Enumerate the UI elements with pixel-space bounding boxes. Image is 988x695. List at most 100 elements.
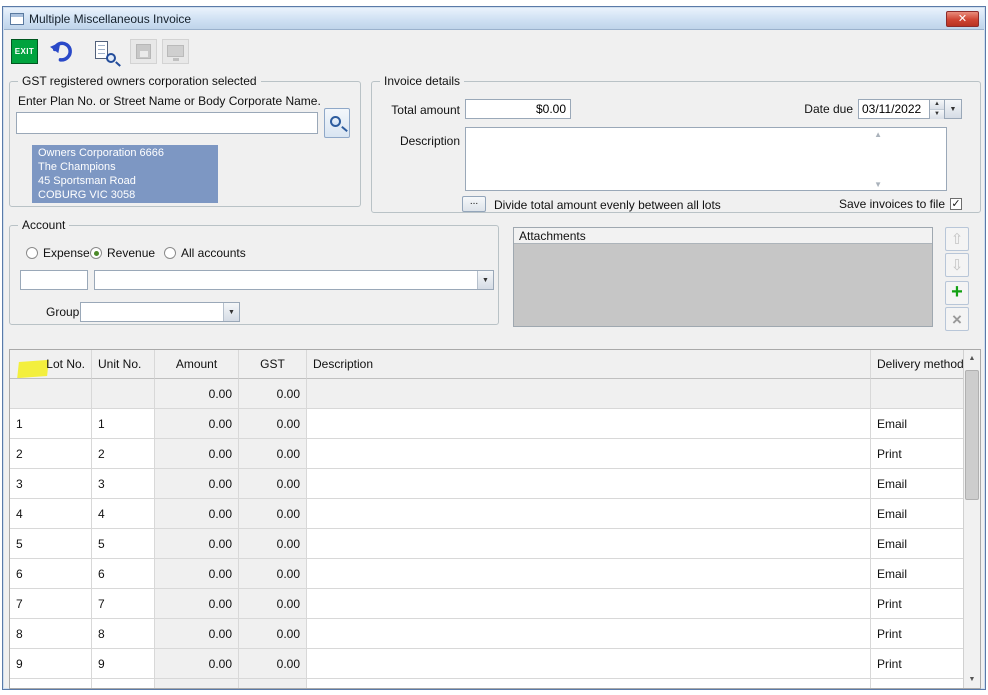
cell-description[interactable] (307, 499, 871, 529)
table-scrollbar[interactable]: ▲ ▼ (963, 350, 980, 688)
table-row[interactable]: 9 9 0.00 0.00 Print (10, 649, 980, 679)
radio-revenue[interactable]: Revenue (90, 246, 155, 260)
description-scroll-up-button[interactable]: ▲ (874, 131, 882, 139)
owners-corporation-selection[interactable]: Owners Corporation 6666 The Champions 45… (32, 145, 218, 203)
scrollbar-thumb[interactable] (965, 370, 979, 500)
cell-delivery-method[interactable]: Email (871, 499, 964, 529)
radio-expense[interactable]: Expense (26, 246, 90, 260)
cell-amount[interactable]: 0.00 (155, 499, 239, 529)
title-bar[interactable]: Multiple Miscellaneous Invoice ✕ (4, 8, 984, 30)
undo-button[interactable] (47, 38, 77, 64)
table-row[interactable]: 1 1 0.00 0.00 Email (10, 409, 980, 439)
cell-unit-no[interactable]: 7 (92, 589, 155, 619)
cell-delivery-method[interactable] (871, 379, 964, 409)
cell-unit-no[interactable]: 8 (92, 619, 155, 649)
cell-unit-no[interactable]: 6 (92, 559, 155, 589)
table-row[interactable]: 6 6 0.00 0.00 Email (10, 559, 980, 589)
cell-lot-no[interactable]: 5 (10, 529, 92, 559)
cell-gst[interactable]: 0.00 (239, 649, 307, 679)
cell-delivery-method[interactable]: Email (871, 409, 964, 439)
account-combo-arrow[interactable]: ▼ (477, 271, 493, 289)
search-button[interactable] (324, 108, 350, 138)
date-dropdown-button[interactable]: ▼ (945, 99, 962, 119)
print-preview-button[interactable] (91, 38, 117, 64)
cell-unit-no[interactable]: 1 (92, 409, 155, 439)
cell-gst[interactable]: 0.00 (239, 619, 307, 649)
cell-amount[interactable]: 0.00 (155, 409, 239, 439)
account-code-input[interactable] (20, 270, 88, 290)
cell-gst[interactable]: 0.00 (239, 409, 307, 439)
cell-delivery-method[interactable]: Email (871, 529, 964, 559)
cell-delivery-method[interactable]: Print (871, 589, 964, 619)
cell-amount[interactable]: 0.00 (155, 559, 239, 589)
cell-amount[interactable]: 0.00 (155, 589, 239, 619)
table-row[interactable]: 3 3 0.00 0.00 Email (10, 469, 980, 499)
attachments-panel[interactable]: Attachments (513, 227, 933, 327)
group-combo-arrow[interactable]: ▼ (223, 303, 239, 321)
table-row[interactable]: 0.00 0.00 (10, 379, 980, 409)
cell-lot-no[interactable]: 1 (10, 409, 92, 439)
cell-gst[interactable]: 0.00 (239, 439, 307, 469)
date-spinner-up-button[interactable]: ▲ (930, 100, 944, 110)
cell-description[interactable] (307, 529, 871, 559)
exit-button[interactable]: EXIT (11, 38, 38, 64)
cell-lot-no[interactable]: 8 (10, 619, 92, 649)
close-button[interactable]: ✕ (946, 11, 979, 27)
cell-amount[interactable]: 0.00 (155, 439, 239, 469)
attachment-add-button[interactable]: + (945, 281, 969, 305)
attachment-move-up-button[interactable]: ⇧ (945, 227, 969, 251)
description-scroll-down-button[interactable]: ▼ (874, 181, 882, 189)
attachment-move-down-button[interactable]: ⇩ (945, 253, 969, 277)
cell-delivery-method[interactable]: Print (871, 619, 964, 649)
cell-lot-no[interactable] (10, 379, 92, 409)
cell-description[interactable] (307, 589, 871, 619)
cell-description[interactable] (307, 439, 871, 469)
cell-unit-no[interactable]: 2 (92, 439, 155, 469)
cell-description[interactable] (307, 619, 871, 649)
divide-ellipsis-button[interactable]: ... (462, 196, 486, 212)
table-row[interactable]: 2 2 0.00 0.00 Print (10, 439, 980, 469)
table-row[interactable]: 8 8 0.00 0.00 Print (10, 619, 980, 649)
cell-gst[interactable]: 0.00 (239, 499, 307, 529)
cell-description[interactable] (307, 559, 871, 589)
cell-description[interactable] (307, 379, 871, 409)
cell-description[interactable] (307, 649, 871, 679)
attachment-remove-button[interactable]: × (945, 307, 969, 331)
plan-search-input[interactable] (16, 112, 318, 134)
group-combo[interactable]: ▼ (80, 302, 240, 322)
cell-amount[interactable]: 0.00 (155, 469, 239, 499)
cell-lot-no[interactable]: 7 (10, 589, 92, 619)
cell-amount[interactable]: 0.00 (155, 619, 239, 649)
cell-amount[interactable]: 0.00 (155, 379, 239, 409)
cell-lot-no[interactable]: 3 (10, 469, 92, 499)
date-spinner-down-button[interactable]: ▼ (930, 110, 944, 119)
cell-amount[interactable]: 0.00 (155, 649, 239, 679)
scrollbar-up-button[interactable]: ▲ (964, 350, 980, 367)
cell-gst[interactable]: 0.00 (239, 469, 307, 499)
table-row[interactable]: 5 5 0.00 0.00 Email (10, 529, 980, 559)
table-row[interactable]: 7 7 0.00 0.00 Print (10, 589, 980, 619)
cell-gst[interactable]: 0.00 (239, 559, 307, 589)
cell-description[interactable] (307, 469, 871, 499)
cell-lot-no[interactable]: 4 (10, 499, 92, 529)
cell-description[interactable] (307, 409, 871, 439)
cell-unit-no[interactable]: 4 (92, 499, 155, 529)
date-due-input[interactable] (858, 99, 930, 119)
radio-all-accounts[interactable]: All accounts (164, 246, 246, 260)
cell-delivery-method[interactable]: Email (871, 559, 964, 589)
table-row[interactable]: 4 4 0.00 0.00 Email (10, 499, 980, 529)
scrollbar-down-button[interactable]: ▼ (964, 671, 980, 688)
cell-unit-no[interactable]: 9 (92, 649, 155, 679)
cell-unit-no[interactable]: 3 (92, 469, 155, 499)
cell-lot-no[interactable]: 2 (10, 439, 92, 469)
cell-gst[interactable]: 0.00 (239, 379, 307, 409)
cell-unit-no[interactable] (92, 379, 155, 409)
cell-delivery-method[interactable]: Print (871, 439, 964, 469)
cell-gst[interactable]: 0.00 (239, 589, 307, 619)
save-invoices-checkbox[interactable]: ✓ (950, 198, 962, 210)
cell-delivery-method[interactable]: Print (871, 649, 964, 679)
cell-delivery-method[interactable]: Email (871, 469, 964, 499)
cell-lot-no[interactable]: 9 (10, 649, 92, 679)
cell-amount[interactable]: 0.00 (155, 529, 239, 559)
total-amount-input[interactable] (465, 99, 571, 119)
